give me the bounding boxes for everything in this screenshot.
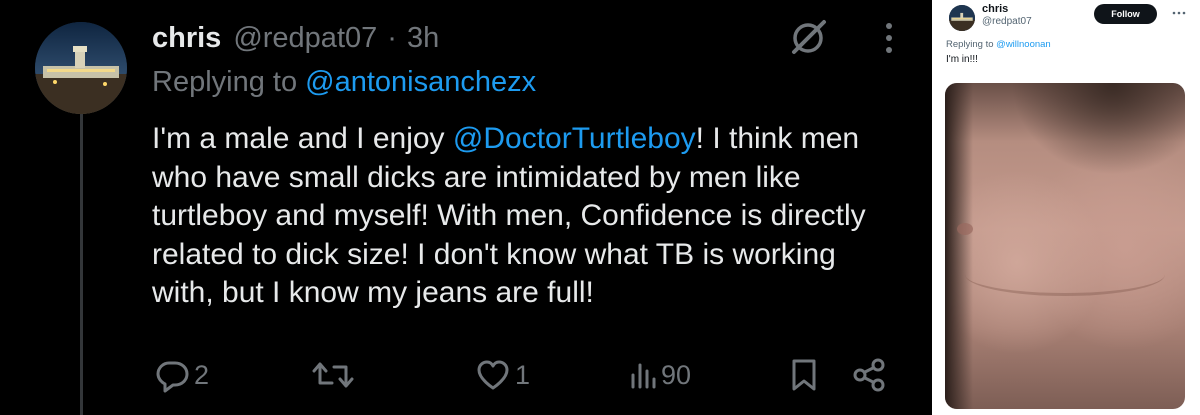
text-mention[interactable]: @DoctorTurtleboy	[453, 122, 696, 155]
avatar[interactable]	[35, 22, 127, 114]
reply-icon	[156, 361, 189, 393]
author-handle[interactable]: @redpat07	[233, 22, 377, 55]
more-icon[interactable]	[882, 20, 896, 56]
replying-to-line: Replying to @antonisanchezx	[152, 66, 536, 99]
retweet-button[interactable]	[312, 350, 358, 400]
retweet-icon	[312, 362, 354, 388]
share-button[interactable]	[852, 350, 886, 400]
share-icon	[853, 358, 885, 392]
photo-detail	[965, 253, 1165, 296]
tweet-header: chris @redpat07 · 3h	[152, 16, 439, 60]
reply-button[interactable]: 2	[154, 350, 209, 400]
replying-to-mention[interactable]: @willnoonan	[996, 39, 1051, 50]
author-handle[interactable]: @redpat07	[982, 16, 1032, 27]
separator-dot: ·	[387, 21, 397, 54]
follow-button[interactable]: Follow	[1094, 4, 1157, 24]
views-icon	[631, 363, 656, 389]
replying-prefix: Replying to	[152, 66, 306, 98]
reply-count: 2	[194, 359, 210, 390]
bookmark-icon	[792, 359, 816, 391]
grok-icon[interactable]	[785, 15, 831, 61]
like-button[interactable]: 1	[475, 350, 530, 400]
like-count: 1	[515, 359, 531, 390]
action-bar: 2 1 90	[152, 350, 892, 400]
author-name[interactable]: chris	[152, 22, 221, 55]
photo-detail	[957, 223, 973, 235]
photo-shading	[945, 83, 973, 409]
thread-line	[80, 110, 83, 415]
views-button[interactable]: 90	[629, 350, 691, 400]
author-name[interactable]: chris	[982, 3, 1008, 15]
replying-prefix: Replying to	[946, 39, 997, 50]
tweet-text: I'm a male and I enjoy @DoctorTurtleboy!…	[152, 120, 882, 313]
tweet-text: I'm in!!!	[946, 54, 978, 65]
replying-to-mention[interactable]: @antonisanchezx	[305, 66, 536, 98]
light-tweet: chris @redpat07 Follow Replying to @will…	[932, 0, 1200, 415]
tweet-photo[interactable]	[945, 83, 1185, 409]
bookmark-button[interactable]	[789, 350, 819, 400]
text-before-mention: I'm a male and I enjoy	[152, 122, 453, 155]
like-icon	[477, 360, 509, 390]
avatar[interactable]	[949, 5, 975, 31]
tweet-time[interactable]: 3h	[407, 22, 439, 55]
more-icon[interactable]	[1172, 10, 1186, 16]
dark-tweet: chris @redpat07 · 3h Replying to @antoni…	[0, 0, 920, 415]
view-count: 90	[661, 359, 692, 390]
panel-divider	[920, 0, 932, 415]
replying-to-line: Replying to @willnoonan	[946, 39, 1051, 50]
